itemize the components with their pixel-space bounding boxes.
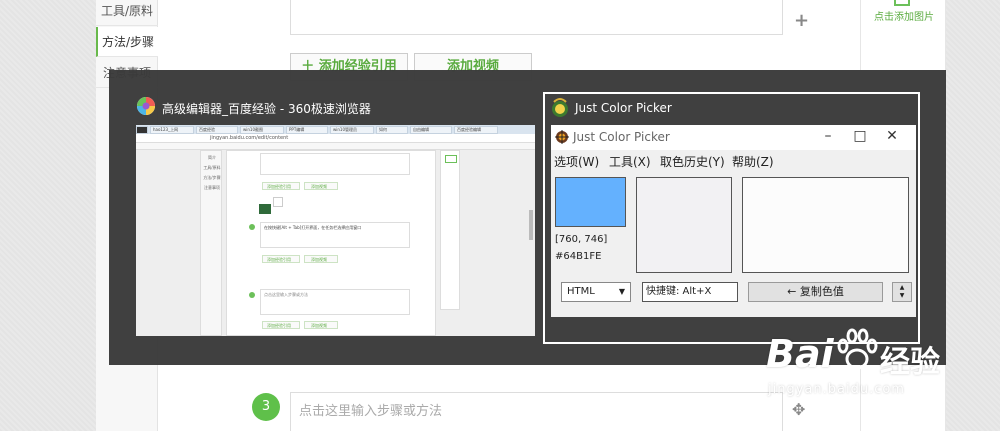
watermark-brand-end: 经验: [880, 345, 940, 380]
maximize-icon[interactable]: □: [853, 129, 867, 143]
hotkey-field[interactable]: 快捷键: Alt+X: [642, 282, 738, 302]
hex-value: #64B1FE: [555, 251, 602, 262]
browser-tabs: hao123_上网 百度经验 win10截图 PPT编辑 win10管理员 如何…: [136, 125, 535, 134]
sidebar-item-steps[interactable]: 方法/步骤: [96, 27, 158, 57]
mini-ref-button: 添加经验引用: [262, 255, 300, 263]
copy-color-button[interactable]: ← 复制色值: [748, 282, 883, 302]
mini-image-icon: [445, 155, 457, 163]
mini-sidebar-item: 方法/步骤: [203, 175, 221, 180]
mini-video-label: 添加视频: [311, 184, 327, 189]
browser-tab[interactable]: 百度经验: [196, 126, 238, 134]
format-select[interactable]: HTML ▼: [561, 282, 631, 302]
mini-video-button: 添加视频: [304, 255, 338, 263]
mini-video-button: 添加视频: [304, 182, 338, 190]
browser-tab[interactable]: 自由编辑: [410, 126, 452, 134]
mini-step3-dot: [249, 292, 255, 298]
sidebar-item-tools[interactable]: 工具/原料: [96, 0, 158, 26]
mini-inserted-image: [259, 204, 271, 214]
browser-tab[interactable]: 百度经验编辑: [454, 126, 498, 134]
close-icon[interactable]: ✕: [885, 129, 899, 143]
browser-thumbnail[interactable]: hao123_上网 百度经验 win10截图 PPT编辑 win10管理员 如何…: [136, 125, 535, 336]
browser-window-title: 高级编辑器_百度经验 - 360极速浏览器: [162, 102, 371, 116]
browser-tab[interactable]: PPT编辑: [286, 126, 328, 134]
image-icon[interactable]: [894, 0, 910, 6]
watermark-url: jingyan.baidu.com: [768, 382, 905, 397]
chevron-down-icon: ▼: [618, 287, 625, 296]
baidu-jingyan-watermark: Bai 经验 jingyan.baidu.com: [766, 320, 946, 400]
mini-step3-text: 点击这里输入步骤或方法: [264, 292, 308, 297]
add-image-link[interactable]: 点击添加图片: [861, 8, 947, 23]
browser-tab[interactable]: win10管理员: [330, 126, 374, 134]
step3-placeholder: 点击这里输入步骤或方法: [299, 404, 443, 419]
mini-ref-label: 添加经验引用: [267, 184, 291, 189]
mini-ref-label: 添加经验引用: [267, 257, 291, 262]
watermark-brand: Bai: [766, 332, 834, 376]
mini-ref-label: 添加经验引用: [267, 323, 291, 328]
mini-right-panel: [440, 150, 460, 310]
mini-inserted-image: [273, 197, 283, 207]
menu-help[interactable]: 帮助(Z): [732, 153, 774, 170]
mini-video-label: 添加视频: [311, 257, 327, 262]
mini-step2-text: 在按快键[Alt + Tab]打开界面，在任务栏选择应用窗口: [264, 225, 362, 230]
just-color-picker-icon: [552, 98, 568, 117]
move-icon[interactable]: ✥: [792, 400, 805, 419]
mini-ref-button: 添加经验引用: [262, 182, 300, 190]
mini-step2-dot: [249, 224, 255, 230]
mini-step3-box: 点击这里输入步骤或方法: [260, 289, 410, 315]
picked-color-swatch: [555, 177, 626, 227]
bookmarks-bar: [136, 143, 535, 150]
mini-main: 添加经验引用 添加视频 在按快键[Alt + Tab]打开界面，在任务栏选择应用…: [226, 150, 436, 336]
jcp-app-icon: [555, 130, 569, 144]
mini-step2-box: 在按快键[Alt + Tab]打开界面，在任务栏选择应用窗口: [260, 222, 410, 248]
minimize-icon[interactable]: –: [821, 129, 835, 143]
browser-360-icon: [137, 97, 155, 115]
mini-sidebar-item: 简介: [208, 155, 216, 160]
mini-sidebar-item: 注意事项: [204, 185, 220, 190]
menu-history[interactable]: 取色历史(Y): [660, 153, 725, 170]
format-value: HTML: [567, 286, 595, 297]
jcp-titlebar: Just Color Picker – □ ✕: [551, 125, 916, 150]
mini-scrollbar: [529, 210, 533, 240]
address-bar[interactable]: jingyan.baidu.com/edit/content: [136, 134, 535, 143]
magnifier-view: [636, 177, 732, 273]
paw-icon: [837, 328, 878, 370]
step2-textarea[interactable]: [290, 0, 783, 35]
mini-ref-button: 添加经验引用: [262, 321, 300, 329]
just-color-picker-window[interactable]: Just Color Picker – □ ✕ 选项(W) 工具(X) 取色历史…: [551, 125, 916, 317]
mini-video-label: 添加视频: [311, 323, 327, 328]
browser-tab[interactable]: hao123_上网: [150, 126, 194, 134]
mini-step1-box: [260, 153, 410, 175]
cursor-coordinates: [760, 746]: [555, 234, 608, 245]
browser-avatar: [136, 126, 148, 134]
picker-window-title: Just Color Picker: [575, 101, 672, 115]
step3-number: 3: [252, 393, 280, 421]
menu-tools[interactable]: 工具(X): [609, 153, 651, 170]
add-step-icon[interactable]: +: [794, 10, 809, 31]
step3-textarea[interactable]: 点击这里输入步骤或方法: [290, 392, 783, 431]
mini-sidebar: 简介 工具/原料 方法/步骤 注意事项: [200, 150, 222, 336]
browser-tab[interactable]: 如何: [376, 126, 408, 134]
browser-tab[interactable]: win10截图: [240, 126, 284, 134]
up-down-arrows-icon[interactable]: ▲ ▼: [892, 282, 912, 302]
menu-options[interactable]: 选项(W): [554, 153, 599, 170]
browser-page: 简介 工具/原料 方法/步骤 注意事项 添加经验引用 添加视频 在按快键[Alt…: [136, 150, 535, 336]
color-history-panel: [742, 177, 909, 273]
mini-sidebar-item: 工具/原料: [203, 165, 221, 170]
mini-video-button: 添加视频: [304, 321, 338, 329]
jcp-title: Just Color Picker: [573, 130, 670, 144]
